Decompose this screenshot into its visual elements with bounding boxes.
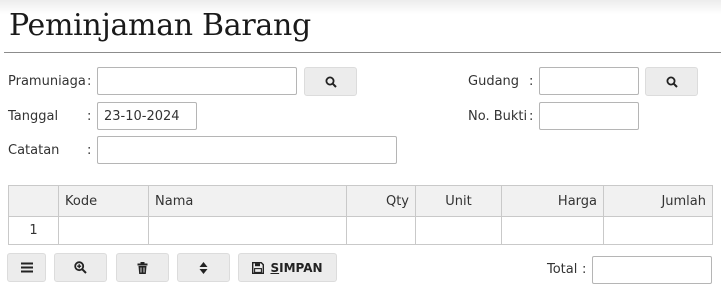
tanggal-colon: : <box>87 109 92 124</box>
delete-button[interactable] <box>116 253 169 282</box>
pramuniaga-input[interactable] <box>97 67 297 95</box>
zoom-in-icon <box>74 261 87 274</box>
qty-cell[interactable] <box>346 216 416 245</box>
col-header-harga[interactable]: Harga <box>501 185 604 217</box>
menu-button[interactable] <box>7 253 46 282</box>
table-row[interactable]: 1 <box>8 216 713 245</box>
menu-icon <box>20 262 33 273</box>
gudang-input[interactable] <box>539 67 639 95</box>
floppy-disk-icon <box>252 261 265 274</box>
gudang-search-button[interactable] <box>645 67 698 96</box>
tanggal-input[interactable] <box>97 102 197 130</box>
page-title: Peminjaman Barang <box>9 8 311 43</box>
items-table: Kode Nama Qty Unit Harga Jumlah 1 <box>8 185 713 245</box>
no-bukti-input[interactable] <box>539 102 639 130</box>
save-label-rest: IMPAN <box>279 260 323 275</box>
jumlah-cell[interactable] <box>603 216 713 245</box>
pramuniaga-label: Pramuniaga <box>8 74 86 89</box>
col-header-kode[interactable]: Kode <box>58 185 149 217</box>
unit-cell[interactable] <box>415 216 502 245</box>
search-icon <box>666 76 678 88</box>
nama-cell[interactable] <box>148 216 347 245</box>
catatan-input[interactable] <box>97 136 397 164</box>
total-input[interactable] <box>592 256 712 284</box>
catatan-colon: : <box>87 143 92 158</box>
row-number-cell: 1 <box>8 216 59 245</box>
total-label: Total <box>547 262 578 277</box>
col-header-jumlah[interactable]: Jumlah <box>603 185 713 217</box>
save-button[interactable]: SIMPAN <box>238 253 337 282</box>
title-divider <box>4 52 721 53</box>
sort-button[interactable] <box>177 253 230 282</box>
kode-cell[interactable] <box>58 216 149 245</box>
sort-icon <box>199 261 208 274</box>
no-bukti-label: No. Bukti <box>468 109 528 124</box>
save-label-mnemonic: S <box>270 260 280 275</box>
col-header-rownum <box>8 185 59 217</box>
col-header-nama[interactable]: Nama <box>148 185 347 217</box>
save-label: SIMPAN <box>270 261 322 275</box>
pramuniaga-colon: : <box>87 74 92 89</box>
table-header-row: Kode Nama Qty Unit Harga Jumlah <box>8 185 713 217</box>
harga-cell[interactable] <box>501 216 604 245</box>
gudang-colon: : <box>529 74 534 89</box>
no-bukti-colon: : <box>529 109 534 124</box>
col-header-unit[interactable]: Unit <box>415 185 502 217</box>
col-header-qty[interactable]: Qty <box>346 185 416 217</box>
zoom-button[interactable] <box>54 253 107 282</box>
total-colon: : <box>582 262 587 277</box>
tanggal-label: Tanggal <box>8 109 59 124</box>
search-icon <box>325 76 337 88</box>
gudang-label: Gudang <box>468 74 520 89</box>
trash-icon <box>137 261 148 274</box>
catatan-label: Catatan <box>8 143 60 158</box>
pramuniaga-search-button[interactable] <box>304 67 357 96</box>
